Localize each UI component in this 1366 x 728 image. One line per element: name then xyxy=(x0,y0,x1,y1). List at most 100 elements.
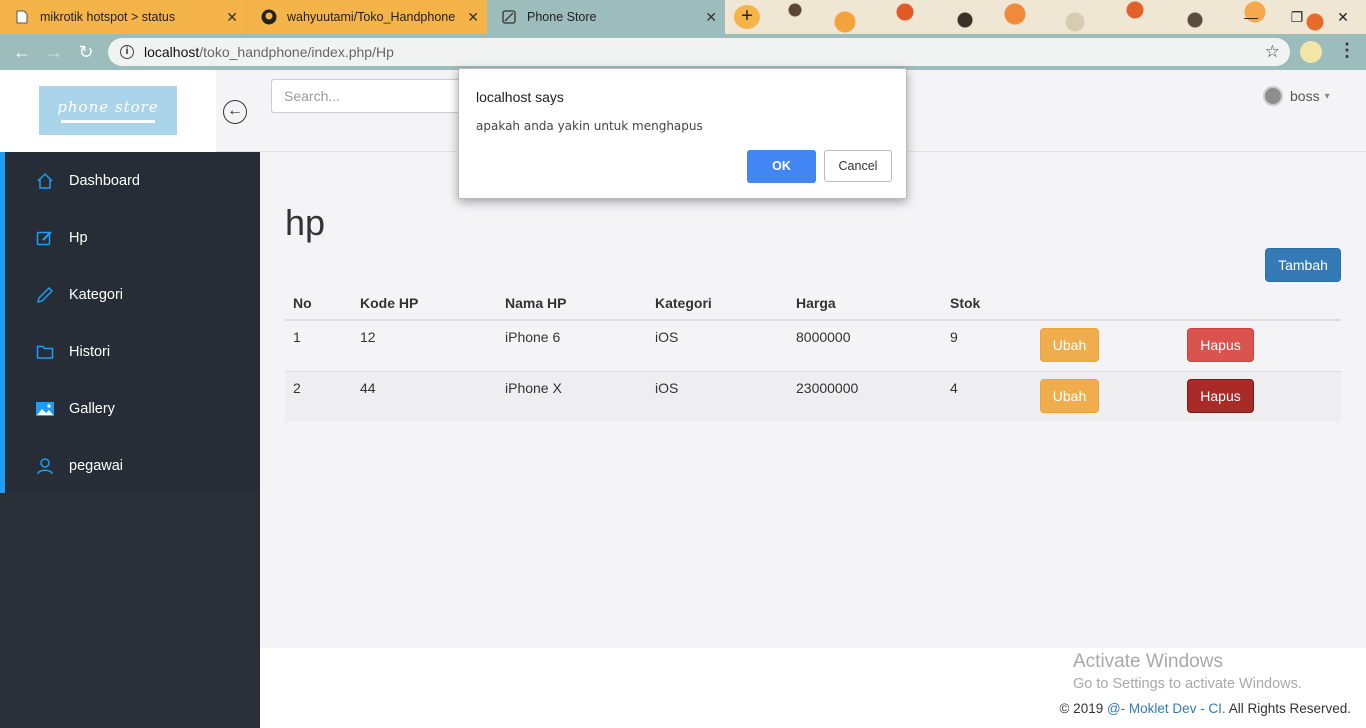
column-header: Harga xyxy=(788,286,942,321)
sidebar-menu: Dashboard Hp Kategori Histori Gallery pe… xyxy=(0,152,260,493)
folder-icon xyxy=(35,342,55,362)
confirm-dialog: localhost says apakah anda yakin untuk m… xyxy=(458,68,907,199)
info-icon[interactable]: i xyxy=(120,45,134,59)
hp-table: No Kode HP Nama HP Kategori Harga Stok 1… xyxy=(285,286,1341,422)
cell-edit: Ubah xyxy=(1032,319,1179,371)
table-row: 1 12 iPhone 6 iOS 8000000 9 Ubah Hapus xyxy=(285,319,1341,371)
search-input[interactable]: Search... xyxy=(271,79,471,113)
browser-tab-mikrotik[interactable]: mikrotik hotspot > status ✕ xyxy=(0,0,246,34)
cell-harga: 8000000 xyxy=(788,319,942,371)
user-icon xyxy=(35,456,55,476)
watermark-subtitle: Go to Settings to activate Windows. xyxy=(1073,676,1302,692)
sidebar-item-dashboard[interactable]: Dashboard xyxy=(5,152,260,209)
avatar xyxy=(1263,86,1283,106)
window-controls: — ❐ ✕ xyxy=(1228,0,1366,34)
cell-nama: iPhone 6 xyxy=(497,319,647,371)
cell-no: 2 xyxy=(285,370,352,422)
sidebar-item-hp[interactable]: Hp xyxy=(5,209,260,266)
windows-activation-watermark: Activate Windows Go to Settings to activ… xyxy=(1073,651,1302,692)
reload-icon[interactable]: ↻ xyxy=(76,42,96,62)
browser-menu-icon[interactable]: ⋮ xyxy=(1338,40,1356,61)
close-tab-icon[interactable]: ✕ xyxy=(467,9,479,26)
close-window-icon[interactable]: ✕ xyxy=(1320,0,1366,34)
main-content: hp Tambah No Kode HP Nama HP Kategori Ha… xyxy=(260,152,1366,648)
tab-title: Phone Store xyxy=(527,10,597,24)
column-header: Kategori xyxy=(647,286,788,321)
column-header: Kode HP xyxy=(352,286,497,321)
bookmark-star-icon[interactable]: ☆ xyxy=(1265,42,1280,62)
cell-kategori: iOS xyxy=(647,319,788,371)
cell-harga: 23000000 xyxy=(788,370,942,422)
column-header: No xyxy=(285,286,352,321)
logo-text: phone store xyxy=(57,98,159,116)
add-button[interactable]: Tambah xyxy=(1265,248,1341,282)
cell-delete: Hapus xyxy=(1179,370,1341,422)
url-field[interactable]: i localhost/toko_handphone/index.php/Hp … xyxy=(108,38,1290,66)
pencil-icon xyxy=(35,285,55,305)
minimize-icon[interactable]: — xyxy=(1228,0,1274,34)
forward-arrow-icon[interactable]: → xyxy=(44,42,64,62)
github-icon xyxy=(261,9,277,25)
cell-edit: Ubah xyxy=(1032,370,1179,422)
footer: Activate Windows Go to Settings to activ… xyxy=(260,648,1366,728)
user-menu[interactable]: boss ▾ xyxy=(1263,86,1330,106)
url-path: /toko_handphone/index.php/Hp xyxy=(199,44,394,60)
delete-button[interactable]: Hapus xyxy=(1187,328,1254,362)
column-header-empty xyxy=(1032,286,1179,321)
sidebar-item-kategori[interactable]: Kategori xyxy=(5,266,260,323)
copyright-link[interactable]: @- Moklet Dev - CI. xyxy=(1107,701,1226,716)
edit-button[interactable]: Ubah xyxy=(1040,378,1099,413)
browser-tab-bar: mikrotik hotspot > status ✕ wahyuutami/T… xyxy=(0,0,1366,34)
ok-button[interactable]: OK xyxy=(747,150,816,183)
table-row: 2 44 iPhone X iOS 23000000 4 Ubah Hapus xyxy=(285,370,1341,422)
column-header-empty xyxy=(1179,286,1341,321)
dialog-title: localhost says xyxy=(476,89,564,105)
column-header: Stok xyxy=(942,286,1032,321)
logo-underline xyxy=(61,120,155,123)
cell-stok: 4 xyxy=(942,370,1032,422)
browser-tab-phone-store[interactable]: Phone Store ✕ xyxy=(487,0,725,34)
browser-tab-github[interactable]: wahyuutami/Toko_Handphone ✕ xyxy=(247,0,487,34)
close-tab-icon[interactable]: ✕ xyxy=(226,9,238,26)
sidebar-item-label: Gallery xyxy=(69,400,115,417)
cell-no: 1 xyxy=(285,319,352,371)
user-name: boss xyxy=(1290,88,1320,104)
edit-button[interactable]: Ubah xyxy=(1040,328,1099,362)
logo-area: phone store xyxy=(0,70,216,152)
cancel-button[interactable]: Cancel xyxy=(824,150,892,182)
sidebar-item-label: Kategori xyxy=(69,286,124,303)
sidebar-item-gallery[interactable]: Gallery xyxy=(5,380,260,437)
sidebar-item-histori[interactable]: Histori xyxy=(5,323,260,380)
sidebar-toggle-icon[interactable]: ← xyxy=(223,100,247,124)
leaf-icon xyxy=(501,9,517,25)
document-icon xyxy=(14,9,30,25)
sidebar-item-label: Histori xyxy=(69,343,111,360)
cell-kode: 44 xyxy=(352,370,497,422)
copyright: © 2019 @- Moklet Dev - CI. All Rights Re… xyxy=(1059,701,1351,716)
cell-kode: 12 xyxy=(352,319,497,371)
logo[interactable]: phone store xyxy=(39,86,177,135)
sidebar-item-label: Dashboard xyxy=(69,172,140,189)
sidebar-item-pegawai[interactable]: pegawai xyxy=(5,437,260,494)
edit-icon xyxy=(35,228,55,248)
sidebar-item-label: Hp xyxy=(69,229,88,246)
new-tab-button[interactable]: + xyxy=(734,5,760,29)
delete-button[interactable]: Hapus xyxy=(1187,378,1254,413)
watermark-title: Activate Windows xyxy=(1073,651,1223,672)
table-header-row: No Kode HP Nama HP Kategori Harga Stok xyxy=(285,286,1341,321)
home-icon xyxy=(35,171,55,191)
profile-avatar-icon[interactable] xyxy=(1300,41,1322,63)
image-icon xyxy=(35,399,55,419)
cell-nama: iPhone X xyxy=(497,370,647,422)
tab-title: wahyuutami/Toko_Handphone xyxy=(287,10,456,24)
sidebar-item-label: pegawai xyxy=(69,457,124,474)
chevron-down-icon: ▾ xyxy=(1324,90,1330,102)
address-bar: ← → ↻ i localhost/toko_handphone/index.p… xyxy=(0,34,1366,70)
close-tab-icon[interactable]: ✕ xyxy=(705,9,717,26)
cell-delete: Hapus xyxy=(1179,319,1341,371)
page-title: hp xyxy=(285,202,326,243)
cell-stok: 9 xyxy=(942,319,1032,371)
maximize-icon[interactable]: ❐ xyxy=(1274,0,1320,34)
copyright-suffix: All Rights Reserved. xyxy=(1225,701,1351,716)
back-arrow-icon[interactable]: ← xyxy=(12,42,32,62)
